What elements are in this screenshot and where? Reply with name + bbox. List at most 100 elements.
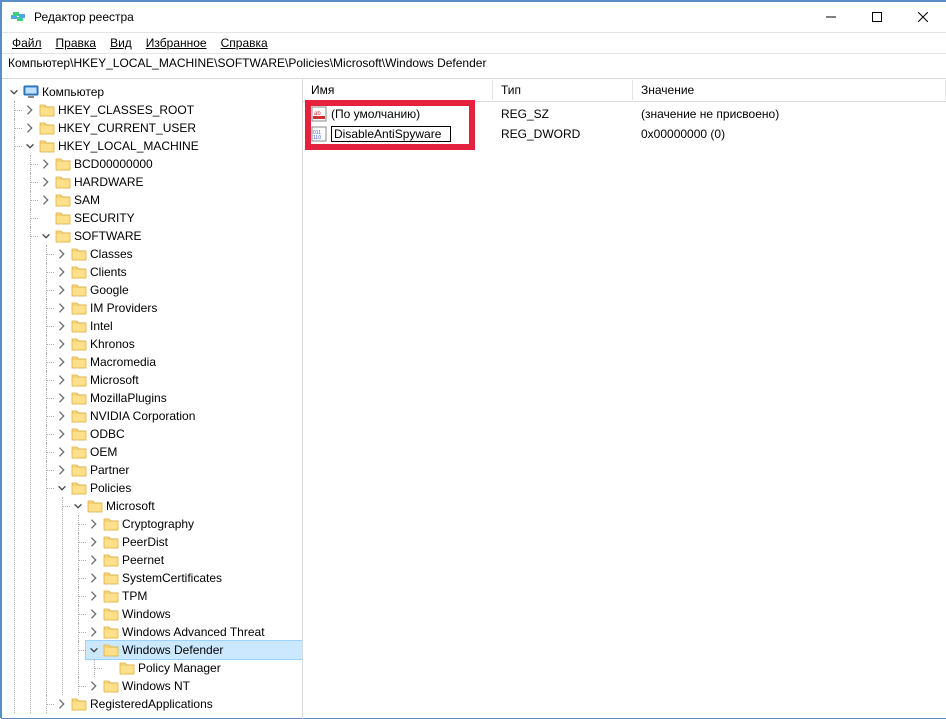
tree-policymanager[interactable]: Policy Manager	[102, 659, 302, 677]
tree-pane[interactable]: Компьютер HKEY_CLASSES_ROOT HKEY_CURRENT…	[2, 79, 303, 719]
chevron-right-icon[interactable]	[56, 302, 68, 314]
column-header-name[interactable]: Имя	[303, 80, 493, 100]
menu-help[interactable]: Справка	[215, 35, 274, 51]
tree-label: Компьютер	[42, 85, 104, 99]
tree-oem[interactable]: OEM	[54, 443, 302, 461]
chevron-right-icon[interactable]	[40, 158, 52, 170]
tree-hardware[interactable]: HARDWARE	[38, 173, 302, 191]
tree-sam[interactable]: SAM	[38, 191, 302, 209]
tree-classes[interactable]: Classes	[54, 245, 302, 263]
folder-icon	[39, 138, 55, 154]
close-button[interactable]	[900, 2, 946, 32]
chevron-down-icon[interactable]	[24, 140, 36, 152]
address-text: Компьютер\HKEY_LOCAL_MACHINE\SOFTWARE\Po…	[8, 56, 486, 70]
value-data: (значение не присвоено)	[633, 107, 946, 121]
tree-khronos[interactable]: Khronos	[54, 335, 302, 353]
chevron-right-icon[interactable]	[56, 374, 68, 386]
folder-icon	[71, 300, 87, 316]
tree-cryptography[interactable]: Cryptography	[86, 515, 302, 533]
address-bar[interactable]: Компьютер\HKEY_LOCAL_MACHINE\SOFTWARE\Po…	[2, 54, 946, 79]
tree-policies[interactable]: Policies	[54, 479, 302, 497]
tree-partner[interactable]: Partner	[54, 461, 302, 479]
tree-label: NVIDIA Corporation	[90, 409, 195, 423]
chevron-right-icon[interactable]	[88, 536, 100, 548]
tree-hklm[interactable]: HKEY_LOCAL_MACHINE	[22, 137, 302, 155]
tree-microsoft[interactable]: Microsoft	[54, 371, 302, 389]
tree-tpm[interactable]: TPM	[86, 587, 302, 605]
tree-mozillaplugins[interactable]: MozillaPlugins	[54, 389, 302, 407]
chevron-down-icon[interactable]	[8, 86, 20, 98]
chevron-right-icon[interactable]	[56, 698, 68, 710]
tree-systemcertificates[interactable]: SystemCertificates	[86, 569, 302, 587]
tree-windowsdefender[interactable]: Windows Defender	[86, 641, 302, 659]
chevron-right-icon[interactable]	[56, 410, 68, 422]
column-header-data[interactable]: Значение	[633, 80, 946, 100]
tree-odbc[interactable]: ODBC	[54, 425, 302, 443]
chevron-right-icon[interactable]	[56, 284, 68, 296]
tree-label: Policies	[90, 481, 131, 495]
chevron-right-icon[interactable]	[88, 572, 100, 584]
chevron-right-icon[interactable]	[88, 608, 100, 620]
value-name-edit[interactable]	[331, 126, 451, 142]
menu-edit[interactable]: Правка	[50, 35, 103, 51]
chevron-right-icon[interactable]	[56, 464, 68, 476]
maximize-button[interactable]	[854, 2, 900, 32]
chevron-right-icon[interactable]	[40, 194, 52, 206]
menu-view[interactable]: Вид	[104, 35, 138, 51]
chevron-right-icon[interactable]	[56, 356, 68, 368]
chevron-right-icon[interactable]	[56, 338, 68, 350]
chevron-right-icon[interactable]	[24, 104, 36, 116]
tree-label: BCD00000000	[74, 157, 153, 171]
chevron-right-icon[interactable]	[88, 680, 100, 692]
chevron-down-icon[interactable]	[72, 500, 84, 512]
tree-software[interactable]: SOFTWARE	[38, 227, 302, 245]
tree-security[interactable]: SECURITY	[38, 209, 302, 227]
tree-bcd[interactable]: BCD00000000	[38, 155, 302, 173]
menu-file[interactable]: Файл	[6, 35, 48, 51]
tree-peerdist[interactable]: PeerDist	[86, 533, 302, 551]
tree-windows[interactable]: Windows	[86, 605, 302, 623]
folder-icon	[55, 156, 71, 172]
chevron-right-icon[interactable]	[88, 518, 100, 530]
tree-hkcr[interactable]: HKEY_CLASSES_ROOT	[22, 101, 302, 119]
menu-favorites[interactable]: Избранное	[140, 35, 213, 51]
chevron-down-icon[interactable]	[56, 482, 68, 494]
chevron-right-icon[interactable]	[88, 590, 100, 602]
values-pane[interactable]: Имя Тип Значение (По умолчанию) REG_SZ (…	[303, 79, 946, 719]
tree-hkcu[interactable]: HKEY_CURRENT_USER	[22, 119, 302, 137]
chevron-down-icon[interactable]	[88, 644, 100, 656]
chevron-right-icon[interactable]	[56, 248, 68, 260]
value-row[interactable]: REG_DWORD 0x00000000 (0)	[303, 124, 946, 144]
tree-clients[interactable]: Clients	[54, 263, 302, 281]
tree-intel[interactable]: Intel	[54, 317, 302, 335]
chevron-right-icon[interactable]	[56, 266, 68, 278]
tree-policies-microsoft[interactable]: Microsoft	[70, 497, 302, 515]
value-row[interactable]: (По умолчанию) REG_SZ (значение не присв…	[303, 104, 946, 124]
folder-icon	[119, 660, 135, 676]
chevron-right-icon[interactable]	[56, 392, 68, 404]
chevron-down-icon[interactable]	[40, 230, 52, 242]
tree-registeredapps[interactable]: RegisteredApplications	[54, 695, 302, 713]
chevron-right-icon[interactable]	[56, 428, 68, 440]
minimize-button[interactable]	[808, 2, 854, 32]
tree-macromedia[interactable]: Macromedia	[54, 353, 302, 371]
folder-icon	[71, 354, 87, 370]
tree-root-computer[interactable]: Компьютер	[6, 83, 302, 101]
chevron-right-icon[interactable]	[40, 176, 52, 188]
chevron-right-icon[interactable]	[88, 626, 100, 638]
chevron-right-icon[interactable]	[88, 554, 100, 566]
column-header-type[interactable]: Тип	[493, 80, 633, 100]
chevron-right-icon[interactable]	[24, 122, 36, 134]
tree-label: Cryptography	[122, 517, 194, 531]
tree-peernet[interactable]: Peernet	[86, 551, 302, 569]
chevron-right-icon[interactable]	[56, 446, 68, 458]
menu-bar: Файл Правка Вид Избранное Справка	[2, 33, 946, 54]
chevron-right-icon[interactable]	[56, 320, 68, 332]
tree-nvidia[interactable]: NVIDIA Corporation	[54, 407, 302, 425]
tree-improviders[interactable]: IM Providers	[54, 299, 302, 317]
tree-label: Windows NT	[122, 679, 190, 693]
tree-windowsadvthreat[interactable]: Windows Advanced Threat	[86, 623, 302, 641]
value-name: (По умолчанию)	[331, 107, 420, 121]
tree-windowsnt[interactable]: Windows NT	[86, 677, 302, 695]
tree-google[interactable]: Google	[54, 281, 302, 299]
